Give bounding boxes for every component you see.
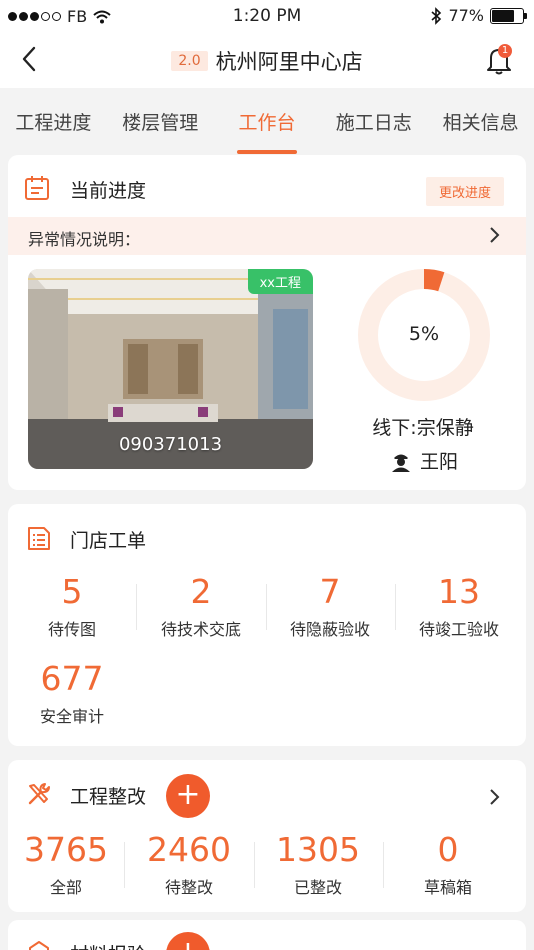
stat-value: 1305 bbox=[276, 830, 360, 869]
photo-code: 090371013 bbox=[118, 434, 223, 455]
stat-value: 2 bbox=[190, 572, 212, 611]
store-title: 杭州阿里中心店 bbox=[215, 50, 363, 74]
active-tab-indicator bbox=[236, 150, 297, 154]
nav-title: 2.0 杭州阿里中心店 bbox=[0, 46, 534, 76]
progress-title: 当前进度 bbox=[70, 180, 147, 202]
work-orders-header: 门店工单 bbox=[8, 504, 526, 566]
materials-title: 材料报验 bbox=[70, 940, 146, 950]
stat-label: 待竣工验收 bbox=[418, 620, 499, 639]
stat-label: 已整改 bbox=[293, 878, 342, 897]
materials-icon bbox=[29, 941, 49, 950]
abnormal-row[interactable]: 异常情况说明： bbox=[8, 217, 526, 255]
tab-1[interactable]: 楼层管理 bbox=[107, 88, 214, 154]
stat-value: 677 bbox=[40, 659, 104, 698]
materials-card: 材料报验 + bbox=[8, 920, 526, 950]
stat-to-rectify[interactable]: 2460 待整改 bbox=[125, 830, 253, 898]
progress-percent: 5% bbox=[408, 323, 440, 345]
stat-pending-upload[interactable]: 5 待传图 bbox=[8, 572, 136, 640]
chevron-right-icon bbox=[490, 789, 500, 805]
calendar-icon bbox=[25, 176, 49, 200]
tab-label: 楼层管理 bbox=[122, 112, 199, 134]
tools-icon bbox=[28, 783, 50, 805]
rectification-title: 工程整改 bbox=[70, 786, 147, 808]
stat-label: 待技术交底 bbox=[160, 620, 241, 639]
status-right: 77% bbox=[430, 6, 527, 25]
stat-all[interactable]: 3765 全部 bbox=[8, 830, 130, 898]
stat-safety-audit[interactable]: 677 安全审计 bbox=[8, 659, 136, 727]
worker-name: 王阳 bbox=[420, 451, 459, 473]
chevron-right-icon bbox=[490, 227, 500, 243]
stat-value: 2460 bbox=[147, 830, 231, 869]
bluetooth-icon bbox=[431, 6, 442, 25]
worker-info: 王阳 bbox=[390, 447, 458, 474]
stat-value: 5 bbox=[61, 572, 83, 611]
add-rectification-button[interactable]: + bbox=[166, 774, 210, 818]
stat-pending-completion[interactable]: 13 待竣工验收 bbox=[395, 572, 523, 640]
version-badge: 2.0 bbox=[171, 51, 208, 71]
status-bar: FB 1:20 PM 77% bbox=[0, 0, 534, 32]
stat-rectified[interactable]: 1305 已整改 bbox=[254, 830, 382, 898]
rectification-card: 工程整改 + 3765 全部 2460 待整改 1305 已整改 0 草稿箱 bbox=[8, 760, 526, 912]
stat-drafts[interactable]: 0 草稿箱 bbox=[384, 830, 512, 898]
materials-header[interactable]: 材料报验 bbox=[8, 920, 526, 950]
stat-pending-briefing[interactable]: 2 待技术交底 bbox=[137, 572, 265, 640]
stat-value: 13 bbox=[438, 572, 480, 611]
tab-bar: 工程进度 楼层管理 工作台 施工日志 相关信息 bbox=[0, 88, 534, 154]
rectification-header[interactable]: 工程整改 bbox=[8, 760, 526, 822]
notification-badge: 1 bbox=[498, 44, 512, 58]
tab-label: 施工日志 bbox=[335, 112, 412, 134]
tab-label: 工作台 bbox=[238, 112, 296, 134]
tab-0[interactable]: 工程进度 bbox=[0, 88, 107, 154]
offline-label: 线下:宗保静 bbox=[372, 417, 474, 439]
stat-pending-concealed[interactable]: 7 待隐蔽验收 bbox=[266, 572, 394, 640]
nav-bar: 2.0 杭州阿里中心店 1 bbox=[0, 32, 534, 88]
document-list-icon bbox=[28, 527, 50, 550]
abnormal-label: 异常情况说明： bbox=[28, 230, 141, 249]
battery-percent: 77% bbox=[448, 6, 484, 25]
stat-label: 草稿箱 bbox=[423, 878, 472, 897]
stat-label: 安全审计 bbox=[39, 707, 104, 726]
work-orders-title: 门店工单 bbox=[70, 530, 147, 552]
stat-value: 3765 bbox=[24, 830, 108, 869]
project-photo[interactable]: xx工程 090371013 bbox=[28, 269, 313, 469]
tab-4[interactable]: 相关信息 bbox=[427, 88, 534, 154]
project-tag: xx工程 bbox=[247, 269, 313, 294]
progress-header: 当前进度 更改进度 bbox=[8, 155, 526, 217]
stat-value: 0 bbox=[437, 830, 459, 869]
change-progress-button[interactable]: 更改进度 bbox=[425, 177, 504, 206]
tab-label: 工程进度 bbox=[15, 112, 92, 134]
tab-label: 相关信息 bbox=[442, 112, 519, 134]
worker-avatar-icon bbox=[392, 454, 410, 472]
battery-icon bbox=[490, 7, 527, 24]
stat-label: 全部 bbox=[49, 878, 82, 897]
stat-label: 待隐蔽验收 bbox=[289, 620, 370, 639]
tab-3[interactable]: 施工日志 bbox=[320, 88, 427, 154]
progress-card: 当前进度 更改进度 异常情况说明： xx工程 090371013 5% 线下:宗… bbox=[8, 155, 526, 490]
stat-label: 待整改 bbox=[164, 878, 213, 897]
stat-value: 7 bbox=[319, 572, 341, 611]
stat-label: 待传图 bbox=[47, 620, 96, 639]
work-orders-card: 门店工单 5 待传图 2 待技术交底 7 待隐蔽验收 13 待竣工验收 677 … bbox=[8, 504, 526, 746]
tab-2[interactable]: 工作台 bbox=[214, 88, 321, 154]
